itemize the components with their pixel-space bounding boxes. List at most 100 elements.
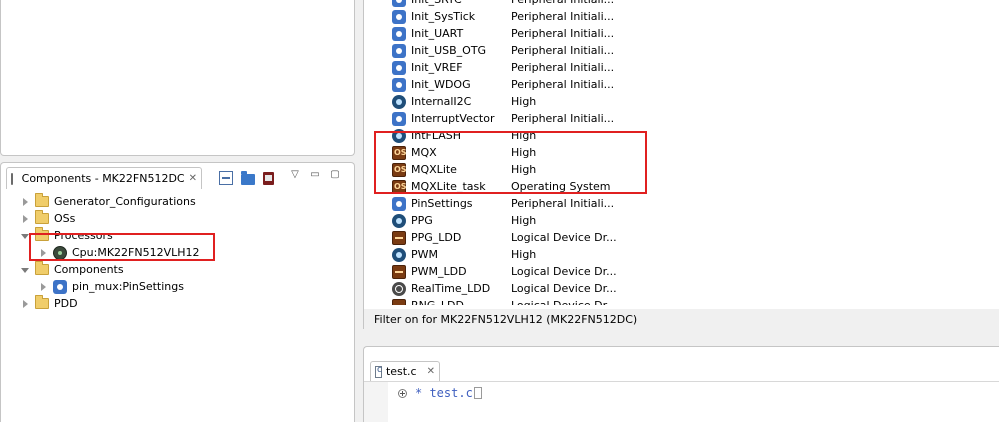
expand-arrow-icon[interactable] [39, 248, 47, 257]
component-name: Init_WDOG [411, 78, 471, 91]
component-name: PWM [411, 248, 439, 261]
collapse-all-icon[interactable] [219, 171, 233, 185]
ldd-icon [392, 264, 406, 279]
component-list-row[interactable]: Init_UART Peripheral Initiali... [364, 25, 999, 42]
init-icon [392, 26, 406, 41]
component-list: Init_SRTC Peripheral Initiali... Init_SysT… [364, 0, 999, 305]
editor-gutter [364, 382, 388, 422]
os-icon [392, 179, 407, 194]
open-folder-icon[interactable] [241, 170, 255, 185]
component-list-row[interactable]: Init_WDOG Peripheral Initiali... [364, 76, 999, 93]
high-level-icon [392, 128, 406, 143]
component-list-row[interactable]: Init_USB_OTG Peripheral Initiali... [364, 42, 999, 59]
components-view-tab[interactable]: Components - MK22FN512DC ✕ [6, 167, 202, 189]
expand-arrow-icon[interactable] [21, 214, 29, 223]
editor-panel: test.c ✕ * test.c [363, 346, 999, 422]
minimize-icon[interactable]: ▭ [309, 169, 321, 181]
component-name: Init_SysTick [411, 10, 476, 23]
expand-arrow-icon[interactable] [39, 282, 47, 291]
init-icon [392, 196, 406, 211]
init-icon [392, 9, 406, 24]
component-name: Init_VREF [411, 61, 463, 74]
editor-tab-test-c[interactable]: test.c ✕ [370, 361, 440, 381]
tree-item-label: PDD [54, 297, 78, 310]
folder-icon [35, 261, 49, 275]
tree-item-label: Processors [54, 229, 113, 242]
component-name: InternalI2C [411, 95, 472, 108]
component-list-row[interactable]: RealTime_LDD Logical Device Dr... [364, 280, 999, 297]
ldd-icon [392, 230, 406, 245]
components-view-title: Components - MK22FN512DC [21, 172, 185, 185]
tree-item[interactable]: Cpu:MK22FN512VLH12 [1, 244, 354, 261]
high-level-icon [392, 94, 406, 109]
component-list-row[interactable]: RNG_LDD Logical Device Dr... [364, 297, 999, 305]
components-toolbar [219, 170, 274, 185]
filter-text: Filter on for MK22FN512VLH12 (MK22FN512D… [374, 312, 638, 326]
expand-arrow-icon[interactable] [21, 299, 29, 308]
tree-item[interactable]: PDD [1, 295, 354, 312]
realtime-icon [392, 281, 406, 296]
component-list-row[interactable]: PPG_LDD Logical Device Dr... [364, 229, 999, 246]
left-top-panel [0, 0, 355, 156]
component-list-row[interactable]: MQXLite High [364, 161, 999, 178]
component-category: Peripheral Initiali... [511, 0, 614, 6]
component-list-row[interactable]: Init_SysTick Peripheral Initiali... [364, 8, 999, 25]
component-name: Init_SRTC [411, 0, 462, 6]
component-list-row[interactable]: InterruptVector Peripheral Initiali... [364, 110, 999, 127]
expand-fold-icon[interactable] [398, 388, 407, 398]
component-list-row[interactable]: PWM High [364, 246, 999, 263]
component-category: Operating System [511, 180, 611, 193]
component-list-row[interactable]: Init_SRTC Peripheral Initiali... [364, 0, 999, 8]
init-icon [392, 60, 406, 75]
folder-icon [35, 295, 49, 309]
component-list-row[interactable]: IntFLASH High [364, 127, 999, 144]
component-name: RNG_LDD [411, 299, 464, 305]
component-category: Peripheral Initiali... [511, 78, 615, 91]
maximize-icon[interactable]: ▢ [329, 169, 341, 181]
tree-item[interactable]: OSs [1, 210, 354, 227]
component-category: High [511, 248, 537, 261]
document-icon[interactable] [263, 171, 274, 185]
expand-arrow-icon[interactable] [21, 197, 29, 206]
component-name: RealTime_LDD [411, 282, 491, 295]
components-view-icon [11, 172, 20, 185]
component-category: Logical Device Dr... [511, 282, 617, 295]
editor-text-area[interactable]: * test.c [364, 381, 999, 422]
component-name: MQXLite [411, 163, 457, 176]
init-icon [392, 111, 406, 126]
close-icon[interactable]: ✕ [427, 366, 435, 377]
component-list-row[interactable]: PPG High [364, 212, 999, 229]
gear-icon [53, 279, 67, 294]
component-list-row[interactable]: MQX High [364, 144, 999, 161]
folder-icon [35, 210, 49, 224]
tree-item[interactable]: Components [1, 261, 354, 278]
component-list-row[interactable]: PinSettings Peripheral Initiali... [364, 195, 999, 212]
tree-item[interactable]: Processors [1, 227, 354, 244]
tree-item-label: Cpu:MK22FN512VLH12 [72, 246, 200, 259]
collapse-arrow-icon[interactable] [21, 232, 29, 240]
component-name: MQXLite_task [411, 180, 486, 193]
tree-item[interactable]: pin_mux:PinSettings [1, 278, 354, 295]
component-name: PinSettings [411, 197, 473, 210]
component-list-row[interactable]: MQXLite_task Operating System [364, 178, 999, 195]
cpu-icon [53, 245, 67, 260]
components-tree: Generator_Configurations OSs Processors Cpu… [1, 193, 354, 312]
component-list-row[interactable]: PWM_LDD Logical Device Dr... [364, 263, 999, 280]
c-file-icon [375, 365, 382, 378]
tree-item-label: Components [54, 263, 124, 276]
vertical-sash[interactable] [355, 0, 363, 422]
component-name: Init_UART [411, 27, 464, 40]
close-icon[interactable]: ✕ [189, 173, 197, 184]
view-menu-icon[interactable]: ▽ [289, 169, 301, 181]
component-category: Peripheral Initiali... [511, 197, 615, 210]
component-category: Logical Device Dr... [511, 265, 617, 278]
component-name: MQX [411, 146, 437, 159]
folded-block-marker[interactable] [473, 387, 482, 399]
folder-icon [35, 227, 49, 241]
collapse-arrow-icon[interactable] [21, 266, 29, 274]
component-name: IntFLASH [411, 129, 462, 142]
component-list-row[interactable]: Init_VREF Peripheral Initiali... [364, 59, 999, 76]
component-category: Logical Device Dr... [511, 231, 617, 244]
component-list-row[interactable]: InternalI2C High [364, 93, 999, 110]
tree-item[interactable]: Generator_Configurations [1, 193, 354, 210]
